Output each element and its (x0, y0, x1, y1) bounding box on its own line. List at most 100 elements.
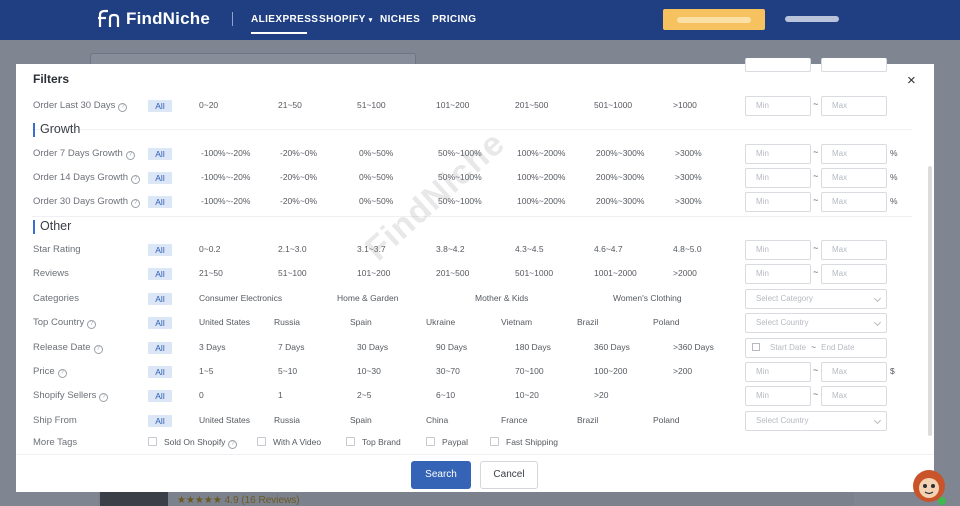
min-input[interactable]: Min (745, 168, 811, 188)
tag-checkbox-with-a-video[interactable]: With A Video (257, 437, 321, 447)
cancel-button[interactable]: Cancel (480, 461, 538, 489)
option[interactable]: 0%~50% (359, 196, 393, 206)
option[interactable]: 100~200 (594, 366, 627, 376)
max-input[interactable]: Max (821, 362, 887, 382)
option[interactable]: Ukraine (426, 317, 455, 327)
option[interactable]: Women's Clothing (613, 293, 682, 303)
help-icon[interactable]: ? (93, 345, 103, 354)
option[interactable]: >200 (673, 366, 692, 376)
option[interactable]: 2~5 (357, 390, 371, 400)
option[interactable]: 3 Days (199, 342, 225, 352)
tag-checkbox-top-brand[interactable]: Top Brand (346, 437, 401, 447)
option[interactable]: 0~0.2 (199, 244, 221, 254)
max-input[interactable]: Max (821, 386, 887, 406)
option[interactable]: 200%~300% (596, 172, 644, 182)
option-all[interactable]: All (148, 172, 172, 184)
tag-checkbox-paypal[interactable]: Paypal (426, 437, 468, 447)
option[interactable]: >2000 (673, 268, 697, 278)
min-input[interactable]: Min (745, 192, 811, 212)
option[interactable]: Brazil (577, 317, 598, 327)
help-icon[interactable]: ? (87, 320, 97, 329)
user-account-blurred[interactable] (785, 16, 839, 22)
option[interactable]: Poland (653, 317, 679, 327)
option[interactable]: 5~10 (278, 366, 297, 376)
option[interactable]: 4.6~4.7 (594, 244, 623, 254)
option[interactable]: 6~10 (436, 390, 455, 400)
option[interactable]: 51~100 (278, 268, 307, 278)
option[interactable]: 201~500 (515, 100, 548, 110)
option[interactable]: 101~200 (436, 100, 469, 110)
option[interactable]: Russia (274, 317, 300, 327)
help-icon[interactable]: ? (57, 369, 67, 378)
option[interactable]: 0 (199, 390, 204, 400)
option-all[interactable]: All (148, 244, 172, 256)
brand-logo[interactable]: FindNiche (97, 9, 210, 29)
option-all[interactable]: All (148, 342, 172, 354)
option[interactable]: >300% (675, 172, 702, 182)
option[interactable]: >20 (594, 390, 608, 400)
max-input[interactable]: Max (821, 240, 887, 260)
option[interactable]: >300% (675, 148, 702, 158)
option[interactable]: -20%~0% (280, 148, 317, 158)
help-icon[interactable]: ? (228, 440, 238, 449)
max-input[interactable]: Max (821, 96, 887, 116)
option-all[interactable]: All (148, 415, 172, 427)
option[interactable]: Vietnam (501, 317, 532, 327)
option[interactable]: United States (199, 317, 250, 327)
option[interactable]: -100%~-20% (201, 148, 250, 158)
option[interactable]: 3.8~4.2 (436, 244, 465, 254)
option[interactable]: 200%~300% (596, 148, 644, 158)
option[interactable]: 2.1~3.0 (278, 244, 307, 254)
option[interactable]: 30 Days (357, 342, 388, 352)
max-input[interactable]: Max (821, 168, 887, 188)
option-all[interactable]: All (148, 366, 172, 378)
help-icon[interactable]: ? (131, 175, 141, 184)
option[interactable]: 1 (278, 390, 283, 400)
option[interactable]: -20%~0% (280, 196, 317, 206)
option[interactable]: 1~5 (199, 366, 213, 376)
option[interactable]: -100%~-20% (201, 196, 250, 206)
country-select[interactable]: Select Country (745, 313, 887, 333)
nav-item-niches[interactable]: NICHES (380, 14, 420, 25)
option-all[interactable]: All (148, 148, 172, 160)
option[interactable]: 51~100 (357, 100, 386, 110)
nav-item-aliexpress[interactable]: ALIEXPRESS (251, 14, 318, 25)
option-all[interactable]: All (148, 390, 172, 402)
option[interactable]: 10~30 (357, 366, 381, 376)
ship-from-select[interactable]: Select Country (745, 411, 887, 431)
option[interactable]: 4.3~4.5 (515, 244, 544, 254)
chat-mascot-icon[interactable] (910, 466, 948, 506)
min-input[interactable]: Min (745, 240, 811, 260)
category-select[interactable]: Select Category (745, 289, 887, 309)
help-icon[interactable]: ? (118, 103, 128, 112)
option[interactable]: 100%~200% (517, 148, 565, 158)
option[interactable]: -100%~-20% (201, 172, 250, 182)
option[interactable]: United States (199, 415, 250, 425)
min-input[interactable]: Min (745, 264, 811, 284)
option[interactable]: 100%~200% (517, 172, 565, 182)
option[interactable]: 201~500 (436, 268, 469, 278)
option[interactable]: 70~100 (515, 366, 544, 376)
option-all[interactable]: All (148, 268, 172, 280)
option[interactable]: 100%~200% (517, 196, 565, 206)
tag-checkbox-fast-shipping[interactable]: Fast Shipping (490, 437, 558, 447)
option[interactable]: -20%~0% (280, 172, 317, 182)
option-all[interactable]: All (148, 293, 172, 305)
date-range-picker[interactable]: Start Date ~ End Date (745, 338, 887, 358)
search-button[interactable]: Search (411, 461, 471, 489)
max-input[interactable]: Max (821, 264, 887, 284)
min-input[interactable]: Min (745, 96, 811, 116)
option[interactable]: 1001~2000 (594, 268, 637, 278)
option[interactable]: 10~20 (515, 390, 539, 400)
help-icon[interactable]: ? (131, 199, 141, 208)
option[interactable]: France (501, 415, 527, 425)
max-input[interactable]: Max (821, 144, 887, 164)
close-icon[interactable]: × (907, 73, 916, 88)
option[interactable]: Brazil (577, 415, 598, 425)
max-input[interactable]: Max (821, 192, 887, 212)
option[interactable]: >300% (675, 196, 702, 206)
tag-checkbox-sold-on-shopify[interactable]: Sold On Shopify? (148, 437, 238, 449)
option[interactable]: 101~200 (357, 268, 390, 278)
help-icon[interactable]: ? (99, 393, 109, 402)
option[interactable]: 21~50 (199, 268, 223, 278)
